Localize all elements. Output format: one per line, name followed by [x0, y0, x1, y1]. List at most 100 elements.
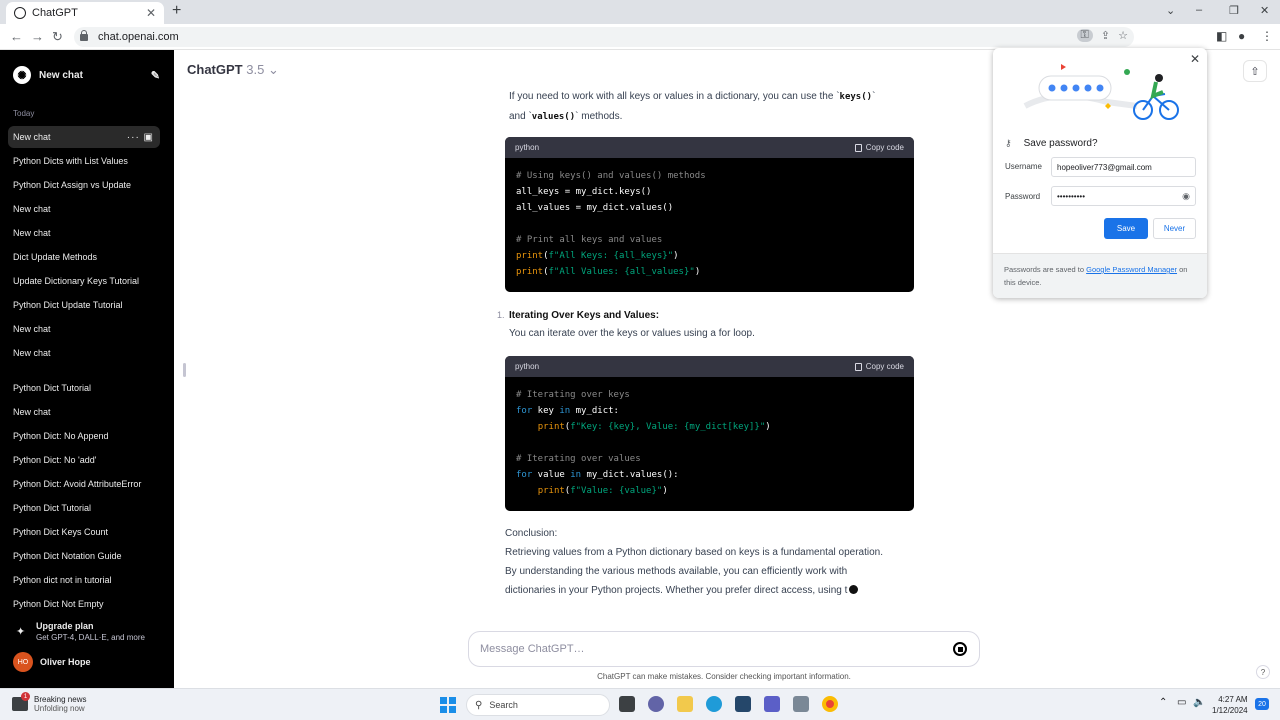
dialog-title-text: Save password?	[1023, 138, 1098, 149]
tray-chevron-icon[interactable]: ⌃	[1159, 697, 1167, 708]
copy-code-button[interactable]: Copy code	[854, 362, 904, 371]
help-button[interactable]: ?	[1256, 665, 1270, 679]
save-button[interactable]: Save	[1104, 218, 1148, 239]
chat-history-item[interactable]: Python dict not in tutorial	[8, 569, 160, 591]
share-icon[interactable]: ⇧	[1243, 60, 1267, 82]
chat-history-item[interactable]: Python Dict Keys Count	[8, 521, 160, 543]
code-token: print	[537, 422, 565, 432]
browser-tab[interactable]: ChatGPT ✕	[6, 2, 164, 24]
app-icon[interactable]	[793, 696, 809, 712]
edge-browser-icon[interactable]	[706, 696, 722, 712]
network-icon[interactable]: ▭	[1177, 697, 1186, 708]
chrome-icon[interactable]	[822, 696, 838, 712]
username-field[interactable]: hopeoliver773@gmail.com	[1051, 157, 1196, 177]
bookmark-star-icon[interactable]: ☆	[1118, 29, 1128, 42]
code-token: for	[516, 470, 533, 480]
message-input[interactable]: Message ChatGPT…	[468, 631, 980, 667]
notification-badge[interactable]: 20	[1255, 698, 1269, 710]
windows-start-icon[interactable]	[440, 697, 456, 713]
code-header: python Copy code	[505, 356, 914, 377]
eye-icon[interactable]: ◉	[1182, 191, 1190, 202]
user-name: Oliver Hope	[40, 657, 91, 667]
maximize-button[interactable]: ❐	[1229, 4, 1239, 17]
chat-history-item[interactable]: New chat	[8, 198, 160, 220]
sidebar-collapse-handle[interactable]	[183, 363, 186, 377]
code-token: my_dict.values():	[581, 470, 679, 480]
new-tab-button[interactable]: +	[172, 2, 181, 20]
reload-icon[interactable]: ↻	[52, 29, 63, 45]
news-badge: 1	[21, 692, 30, 701]
chat-history-item[interactable]: New chat	[8, 401, 160, 423]
window-close-button[interactable]: ✕	[1260, 4, 1269, 17]
code-line: all_values = my_dict.values()	[516, 203, 674, 213]
chat-history-item[interactable]: Python Dict Tutorial	[8, 377, 160, 399]
chat-history-item[interactable]: New chat	[8, 318, 160, 340]
code-body: # Iterating over keys for key in my_dict…	[516, 390, 771, 496]
chat-history-item[interactable]: Python Dicts with List Values	[8, 150, 160, 172]
side-panel-icon[interactable]: ◧	[1216, 29, 1227, 43]
news-widget[interactable]: 1 Breaking news Unfolding now	[12, 692, 87, 713]
password-label: Password	[1005, 192, 1041, 201]
task-view-icon[interactable]	[619, 696, 635, 712]
code-line: # Iterating over keys	[516, 390, 630, 400]
more-options-icon[interactable]: ··· ▣	[127, 132, 154, 143]
taskbar-search[interactable]: ⚲ Search	[466, 694, 610, 716]
clock[interactable]: 4:27 AM 1/12/2024	[1212, 694, 1248, 716]
stop-generating-button[interactable]	[953, 642, 967, 656]
profile-icon[interactable]: ●	[1238, 29, 1245, 43]
upgrade-plan-button[interactable]: ✦ Upgrade plan Get GPT-4, DALL·E, and mo…	[14, 621, 145, 642]
text-run: If you need to work with all keys or val…	[509, 91, 840, 102]
chat-history-item[interactable]: Python Dict: No 'add'	[8, 449, 160, 471]
typing-cursor-icon	[849, 585, 859, 594]
chat-history-item[interactable]: New chat ··· ▣	[8, 126, 160, 148]
code-token: print	[516, 267, 544, 277]
inline-code: values()	[531, 112, 576, 122]
forward-icon[interactable]: →	[31, 29, 44, 44]
news-title: Breaking news	[34, 695, 87, 704]
section-today: Today	[13, 109, 35, 118]
sidebar: ✺ New chat ✎ Today New chat ··· ▣ Python…	[0, 50, 174, 688]
store-icon[interactable]	[735, 696, 751, 712]
model-selector[interactable]: ChatGPT 3.5 ⌄	[187, 62, 279, 78]
never-button[interactable]: Never	[1153, 218, 1196, 239]
file-explorer-icon[interactable]	[677, 696, 693, 712]
volume-icon[interactable]: 🔈	[1193, 697, 1205, 708]
chat-history-item[interactable]: Python Dict Tutorial	[8, 497, 160, 519]
omnibox-icons: ⚿ ⇪ ☆	[1076, 29, 1128, 42]
copy-code-button[interactable]: Copy code	[854, 143, 904, 152]
chat-history-item[interactable]: Python Dict Notation Guide	[8, 545, 160, 567]
chat-history-item[interactable]: Python Dict: No Append	[8, 425, 160, 447]
password-key-icon[interactable]: ⚿	[1076, 29, 1093, 42]
key-icon: ⚷	[1005, 138, 1012, 148]
new-chat-button[interactable]: ✺ New chat ✎	[8, 62, 160, 88]
code-token: print	[537, 486, 565, 496]
chat-history-item[interactable]: Python Dict: Avoid AttributeError	[8, 473, 160, 495]
tab-close-icon[interactable]: ✕	[146, 6, 156, 20]
copy-label: Copy code	[865, 362, 904, 371]
app-icon[interactable]	[764, 696, 780, 712]
share-page-icon[interactable]: ⇪	[1101, 29, 1110, 42]
close-icon[interactable]: ✕	[1190, 52, 1200, 66]
back-icon[interactable]: ←	[10, 29, 23, 44]
chat-history-item[interactable]: New chat	[8, 342, 160, 364]
edit-icon[interactable]: ✎	[151, 69, 160, 82]
code-token: value	[532, 470, 571, 480]
user-menu[interactable]: HO Oliver Hope	[13, 652, 91, 672]
text-run: By understanding the various methods ava…	[505, 566, 848, 577]
minimize-button[interactable]: –	[1196, 4, 1202, 16]
code-block: python Copy code # Using keys() and valu…	[505, 137, 914, 292]
chat-history-item[interactable]: Dict Update Methods	[8, 246, 160, 268]
chat-history-item[interactable]: Python Dict Assign vs Update	[8, 174, 160, 196]
tab-search-icon[interactable]: ⌄	[1166, 4, 1175, 17]
chat-app-icon[interactable]	[648, 696, 664, 712]
code-token: f"Key: {key}, Value: {my_dict[key]}"	[570, 422, 766, 432]
chat-history-item[interactable]: Python Dict Update Tutorial	[8, 294, 160, 316]
chat-history-item[interactable]: New chat	[8, 222, 160, 244]
browser-menu-icon[interactable]: ⋮	[1261, 29, 1273, 43]
password-manager-link[interactable]: Google Password Manager	[1086, 265, 1177, 274]
address-bar[interactable]: chat.openai.com ⚿ ⇪ ☆	[74, 27, 1134, 47]
chat-history-item[interactable]: Update Dictionary Keys Tutorial	[8, 270, 160, 292]
copy-label: Copy code	[865, 143, 904, 152]
chat-history-item[interactable]: Python Dict Not Empty	[8, 593, 160, 615]
password-field[interactable]: •••••••••• ◉	[1051, 186, 1196, 206]
